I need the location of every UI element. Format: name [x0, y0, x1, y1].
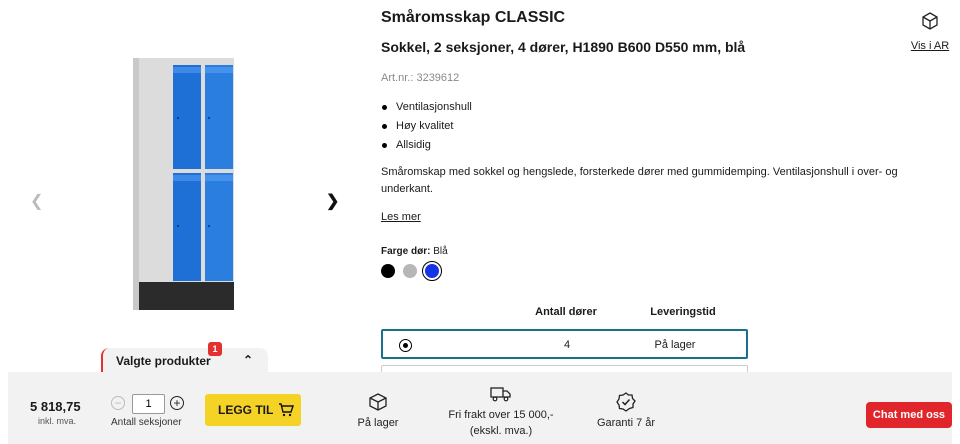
swatch-black[interactable] [381, 264, 395, 278]
door-color-title: Farge dør: [381, 246, 431, 257]
door-color-label: Farge dør: Blå [381, 246, 448, 257]
feature-item: Allsidig [381, 136, 472, 155]
chevron-left-icon[interactable]: ❮ [30, 191, 43, 211]
door-color-value: Blå [433, 246, 448, 257]
feature-list: Ventilasjonshull Høy kvalitet Allsidig [381, 98, 472, 155]
feature-item: Høy kvalitet [381, 117, 472, 136]
table-header-delivery: Leveringstid [650, 306, 716, 318]
warranty-label: Garanti 7 år [596, 417, 656, 429]
add-to-cart-label: LEGG TIL [218, 403, 274, 417]
product-description: Småromskap med sokkel og hengslede, fors… [381, 166, 898, 195]
bottom-purchase-bar: 5 818,75 inkl. mva. − + Antall seksjoner… [8, 372, 952, 444]
option-delivery: På lager [654, 339, 696, 351]
cart-icon [279, 403, 294, 417]
shipping-info: Fri frakt over 15 000,- (ekskl. mva.) [438, 386, 564, 439]
table-header-doors: Antall dører [535, 306, 597, 318]
chat-button[interactable]: Chat med oss [866, 402, 952, 428]
product-image[interactable] [133, 58, 234, 310]
price-vat-note: inkl. mva. [38, 416, 77, 426]
view-in-ar[interactable]: Vis i AR [908, 11, 952, 52]
box-icon [369, 393, 387, 411]
stock-label: På lager [357, 417, 399, 429]
price: 5 818,75 [30, 399, 81, 414]
warranty-info: Garanti 7 år [586, 392, 666, 429]
quantity-decrease-button[interactable]: − [111, 396, 125, 410]
feature-item: Ventilasjonshull [381, 98, 472, 117]
quantity-input[interactable] [132, 394, 165, 414]
ar-cube-icon [922, 12, 938, 30]
quantity-label: Antall seksjoner [111, 417, 182, 428]
swatch-grey[interactable] [403, 264, 417, 278]
ar-label: Vis i AR [910, 40, 950, 52]
chevron-right-icon[interactable]: ❯ [326, 191, 339, 211]
option-row[interactable]: 4 På lager [381, 329, 748, 359]
selected-products-label: Valgte produkter [116, 354, 211, 368]
product-gallery: ❮ ❯ [0, 0, 370, 372]
product-subtitle: Sokkel, 2 seksjoner, 4 dører, H1890 B600… [381, 39, 746, 55]
stock-info: På lager [348, 392, 408, 429]
shipping-label-1: Fri frakt over 15 000,- [448, 409, 554, 421]
quantity-increase-button[interactable]: + [170, 396, 184, 410]
swatch-blue[interactable] [422, 261, 442, 281]
read-more-link[interactable]: Les mer [381, 211, 421, 223]
product-title: Småromsskap CLASSIC [381, 9, 566, 26]
add-to-cart-button[interactable]: LEGG TIL [205, 394, 301, 426]
radio-selected[interactable] [399, 339, 412, 352]
truck-icon [490, 387, 511, 402]
shipping-label-2: (ekskl. mva.) [469, 425, 533, 437]
warranty-badge-icon [616, 392, 636, 412]
option-doors: 4 [563, 339, 571, 351]
selected-count-badge: 1 [208, 342, 222, 356]
chevron-up-icon: ⌃ [242, 353, 253, 367]
article-number: Art.nr.: 3239612 [381, 72, 460, 84]
